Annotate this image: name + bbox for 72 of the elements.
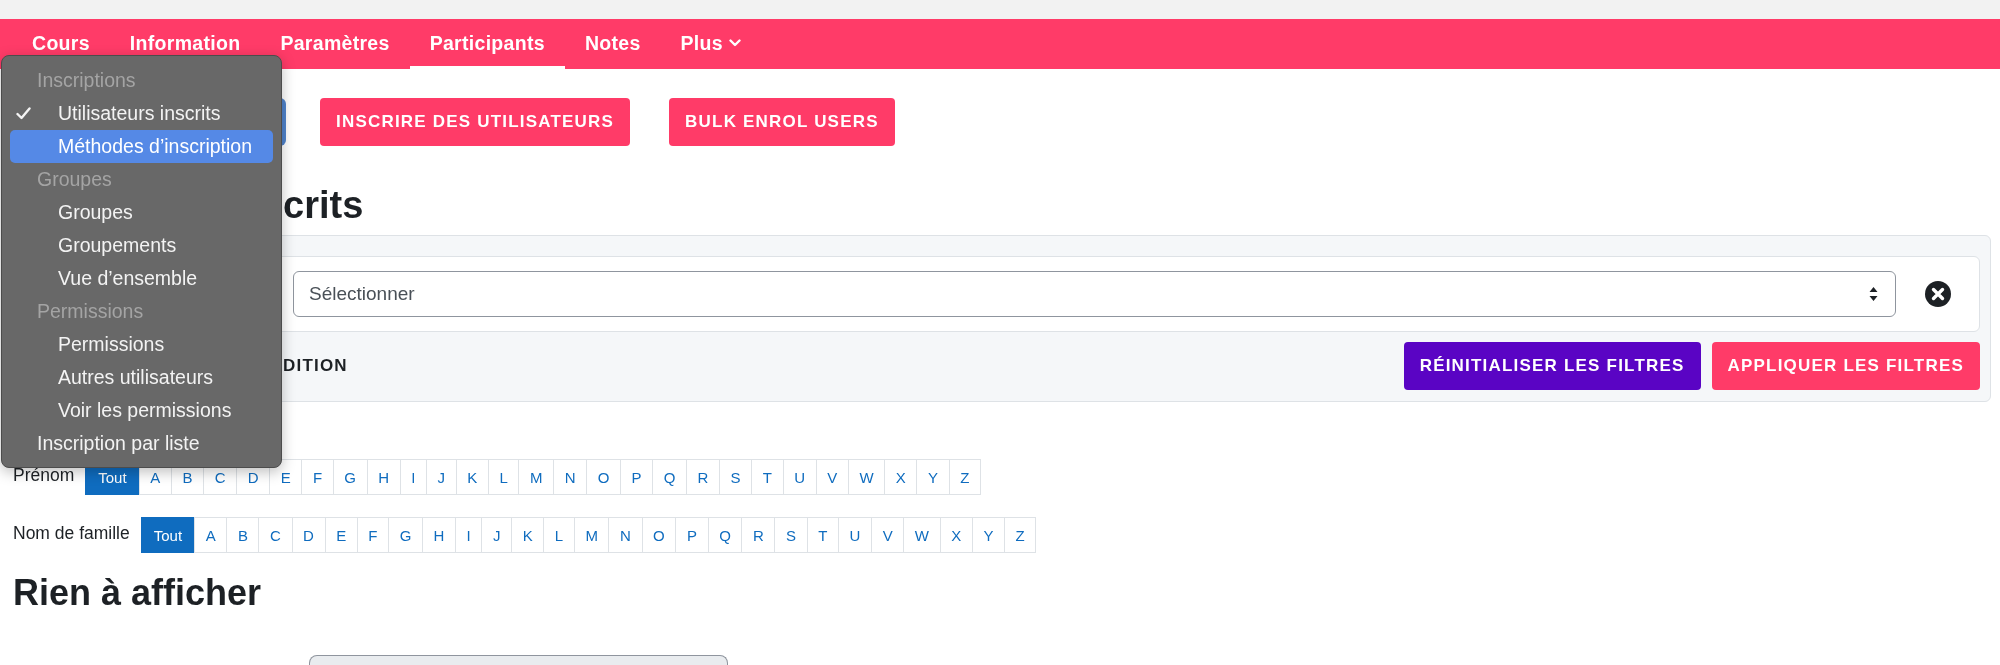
enrol-button[interactable]: BULK ENROL USERS [669,98,895,146]
menu-group-label: Inscriptions [36,68,137,93]
initial-filter-button[interactable]: J [425,459,457,495]
initial-filter-button[interactable]: Z [948,459,981,495]
initial-filter-button[interactable]: V [871,517,905,553]
initial-filter-button[interactable]: W [903,517,941,553]
initials-label: Nom de famille [13,522,130,544]
initial-filter-button[interactable]: O [586,459,621,495]
select-field[interactable]: Sélectionner [293,271,1896,317]
up-down-caret-icon [1869,286,1878,302]
page-heading: crits [283,183,364,227]
initial-filter-button[interactable]: I [399,459,427,495]
nav-tab[interactable]: Paramètres [260,19,410,69]
initial-filter-button[interactable]: K [455,459,489,495]
initial-filter-button[interactable]: S [774,517,808,553]
chevron-down-icon [728,39,741,47]
initial-filter-button[interactable]: N [608,517,643,553]
filter-button[interactable]: APPLIQUER LES FILTRES [1711,342,1980,390]
initial-filter-button[interactable]: H [366,459,401,495]
partial-field[interactable] [309,655,728,665]
menu-group-label: Groupes [36,167,113,192]
enrol-button[interactable]: INSCRIRE DES UTILISATEURS [320,98,631,146]
menu-option[interactable]: Voir les permissions [10,394,273,427]
menu-option[interactable]: Inscription par liste [10,427,273,460]
initial-filter-button[interactable]: A [194,517,228,553]
initial-filter-button[interactable]: K [511,517,545,553]
initial-filter-button[interactable]: W [847,459,886,495]
initial-filter-button[interactable]: M [573,517,610,553]
initial-filter-button[interactable]: U [782,459,817,495]
initial-filter-button[interactable]: S [719,459,753,495]
initial-filter-button[interactable]: N [553,459,588,495]
initial-filter-button[interactable]: X [939,517,973,553]
close-icon[interactable] [1925,281,1951,307]
initial-filter-button[interactable]: J [481,517,513,553]
initial-filter-button[interactable]: U [838,517,873,553]
initial-filter-button[interactable]: P [619,459,654,495]
nav-tab[interactable]: Plus [660,19,761,69]
initials-label: Prénom [13,464,75,486]
initial-filter-button[interactable]: V [815,459,849,495]
initial-filter-button[interactable]: G [332,459,368,495]
filter-button[interactable]: RÉINITIALISER LES FILTRES [1403,342,1701,390]
nav-tab[interactable]: Notes [564,19,661,69]
initial-filter-button[interactable]: Tout [140,517,196,553]
add-condition-link[interactable]: DITION [283,356,348,376]
menu-option[interactable]: Groupes [10,196,273,229]
initial-filter-button[interactable]: X [884,459,918,495]
menu-option[interactable]: Autres utilisateurs [10,361,273,394]
initial-filter-button[interactable]: I [455,517,483,553]
initial-filter-button[interactable]: Z [1004,517,1037,553]
initial-filter-button[interactable]: T [751,459,784,495]
initial-filter-button[interactable]: E [324,517,358,553]
menu-option[interactable]: Méthodes d’inscription [10,130,273,163]
menu-option[interactable]: Permissions [10,328,273,361]
initial-filter-button[interactable]: L [543,517,575,553]
initial-filter-button[interactable]: L [487,459,520,495]
initial-filter-button[interactable]: Q [652,459,687,495]
initial-filter-button[interactable]: M [518,459,555,495]
initial-filter-button[interactable]: P [675,517,709,553]
empty-message: Rien à afficher [13,572,262,614]
menu-group-label: Permissions [36,299,145,324]
menu-option[interactable]: Vue d’ensemble [10,262,273,295]
initial-filter-button[interactable]: G [388,517,423,553]
initial-filter-button[interactable]: F [301,459,334,495]
initial-filter-button[interactable]: B [226,517,260,553]
initial-filter-button[interactable]: R [741,517,776,553]
menu-option[interactable]: Groupements [10,229,273,262]
initial-filter-button[interactable]: D [291,517,326,553]
menu-option[interactable]: Utilisateurs inscrits [10,97,273,130]
initial-filter-button[interactable]: C [258,517,293,553]
nav-tab[interactable]: Participants [409,19,565,69]
initial-filter-button[interactable]: Y [916,459,950,495]
initial-filter-button[interactable]: Y [971,517,1005,553]
